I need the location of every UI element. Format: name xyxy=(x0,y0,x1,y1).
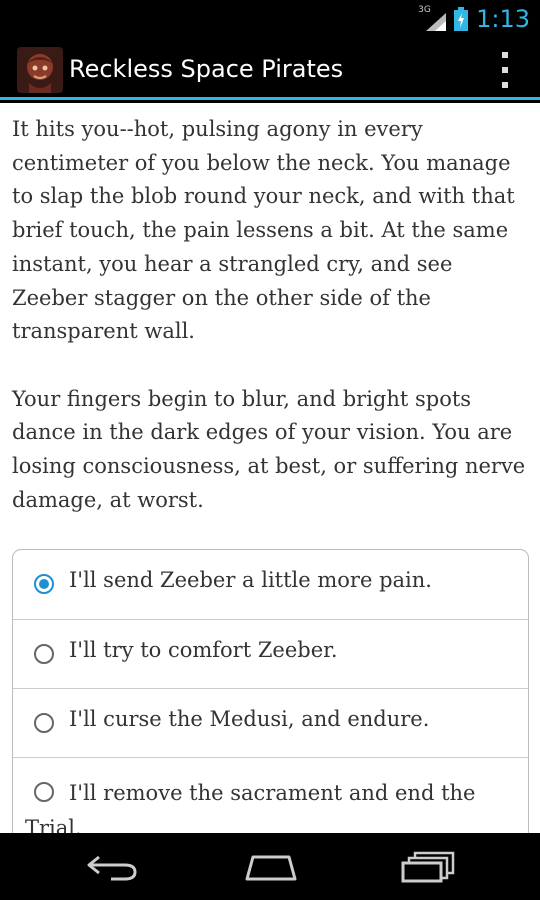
story-text: It hits you--hot, pulsing agony in every… xyxy=(12,113,532,551)
status-bar: 3G 1:13 xyxy=(0,0,540,38)
choice-label: I'll curse the Medusi, and endure. xyxy=(69,707,430,731)
status-clock: 1:13 xyxy=(476,5,530,33)
overflow-menu-icon[interactable] xyxy=(498,52,512,88)
battery-icon xyxy=(454,7,469,31)
choice-list: I'll send Zeeber a little more pain. I'l… xyxy=(12,549,529,833)
choice-option[interactable]: I'll remove the sacrament and end the Tr… xyxy=(13,757,528,833)
story-content[interactable]: It hits you--hot, pulsing agony in every… xyxy=(0,103,540,833)
overflow-dot xyxy=(502,52,508,58)
app-title: Reckless Space Pirates xyxy=(69,55,344,83)
overflow-dot xyxy=(502,82,508,88)
home-icon[interactable] xyxy=(243,851,299,887)
radio-icon[interactable] xyxy=(34,713,54,733)
navigation-bar xyxy=(0,833,540,900)
choice-option[interactable]: I'll curse the Medusi, and endure. xyxy=(13,688,528,757)
radio-selected-icon[interactable] xyxy=(34,574,54,594)
choice-option[interactable]: I'll send Zeeber a little more pain. xyxy=(13,550,528,619)
overflow-dot xyxy=(502,67,508,73)
story-paragraph: It hits you--hot, pulsing agony in every… xyxy=(12,117,515,344)
choice-label: I'll try to comfort Zeeber. xyxy=(69,638,338,662)
pirate-app-icon[interactable] xyxy=(17,47,63,93)
radio-icon[interactable] xyxy=(34,644,54,664)
action-bar: Reckless Space Pirates xyxy=(0,38,540,100)
signal-icon: 3G xyxy=(418,5,447,31)
status-icons: 3G 1:13 xyxy=(418,0,530,38)
choice-option[interactable]: I'll try to comfort Zeeber. xyxy=(13,619,528,688)
story-paragraph: Your fingers begin to blur, and bright s… xyxy=(12,386,526,512)
choice-label: I'll remove the sacrament and end the Tr… xyxy=(25,781,476,833)
recents-icon[interactable] xyxy=(401,851,457,887)
back-icon[interactable] xyxy=(85,851,141,887)
choice-label: I'll send Zeeber a little more pain. xyxy=(69,568,432,592)
